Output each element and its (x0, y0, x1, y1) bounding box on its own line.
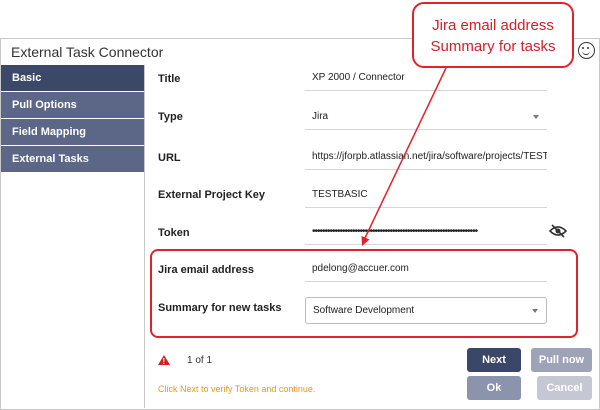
sidebar-item-field-mapping[interactable]: Field Mapping (1, 119, 144, 146)
token-label: Token (158, 227, 190, 239)
callout-line-1: Jira email address (432, 17, 554, 34)
sidebar: Basic Pull Options Field Mapping Externa… (1, 65, 145, 408)
project-key-input[interactable]: TESTBASIC (305, 182, 547, 208)
url-input[interactable]: https://jforpb.atlassian.net/jira/softwa… (305, 144, 547, 170)
page-count: 1 of 1 (187, 355, 213, 366)
callout-line-2: Summary for tasks (430, 38, 556, 55)
type-select-value: Jira (312, 111, 329, 122)
type-label: Type (158, 111, 183, 123)
callout-bubble: Jira email address Summary for tasks (412, 2, 574, 68)
url-label: URL (158, 152, 181, 164)
window-title: External Task Connector (11, 44, 164, 60)
cancel-button[interactable]: Cancel (537, 376, 592, 400)
type-select[interactable]: Jira (305, 104, 547, 130)
title-label: Title (158, 73, 181, 85)
token-input[interactable]: ••••••••••••••••••••••••••••••••••••••••… (305, 219, 547, 245)
sidebar-item-basic[interactable]: Basic (1, 65, 144, 92)
project-key-label: External Project Key (158, 189, 265, 201)
pull-now-button[interactable]: Pull now (531, 348, 592, 372)
summary-select[interactable]: Software Development (305, 297, 547, 324)
title-input[interactable]: XP 2000 / Connector (305, 65, 547, 91)
hint-text: Click Next to verify Token and continue. (158, 384, 316, 394)
summary-select-value: Software Development (313, 305, 415, 316)
hide-password-icon[interactable] (549, 224, 567, 238)
sidebar-item-pull-options[interactable]: Pull Options (1, 92, 144, 119)
email-input[interactable]: pdelong@accuer.com (305, 256, 547, 282)
smiley-icon[interactable]: :) (578, 42, 595, 59)
summary-label: Summary for new tasks (158, 302, 282, 314)
next-button[interactable]: Next (467, 348, 521, 372)
email-label: Jira email address (158, 264, 255, 276)
chevron-down-icon (532, 309, 538, 313)
chevron-down-icon (533, 115, 539, 119)
ok-button[interactable]: Ok (467, 376, 521, 400)
sidebar-item-external-tasks[interactable]: External Tasks (1, 146, 144, 173)
